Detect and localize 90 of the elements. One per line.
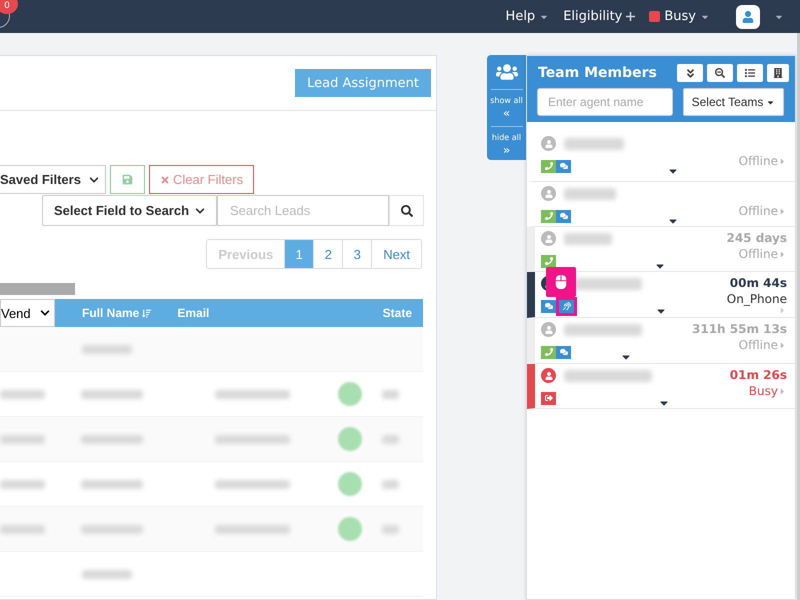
status-link[interactable]: Offline: [738, 247, 787, 261]
agent-search-field[interactable]: Enter agent name: [537, 88, 673, 116]
blurred-cell: [0, 390, 45, 398]
chat-icon[interactable]: [556, 210, 571, 222]
logout-icon[interactable]: [541, 392, 556, 404]
nav-menu[interactable]: Eligibility: [563, 9, 636, 24]
blurred-cell: [82, 344, 132, 354]
collapse-button[interactable]: [677, 64, 703, 82]
blurred-cell: [81, 390, 143, 398]
status-link[interactable]: On_Phone: [726, 292, 787, 306]
blurred-name: [564, 188, 616, 200]
mouse-icon: [554, 274, 568, 288]
avatar-icon: [541, 186, 556, 201]
chat-icon[interactable]: [541, 300, 556, 312]
member-row[interactable]: Offline: [527, 182, 795, 227]
chat-icon[interactable]: [556, 160, 571, 172]
close-icon: [160, 174, 170, 184]
blurred-cell: [382, 390, 399, 398]
chevron-down-icon: [89, 174, 99, 184]
chat-icon[interactable]: [556, 346, 571, 358]
clear-filters-button[interactable]: Clear Filters: [149, 165, 254, 194]
chevron-down-icon: [40, 308, 50, 318]
panel-title: Team Members: [538, 65, 657, 81]
status-link[interactable]: Offline: [738, 204, 787, 218]
saved-filters-select[interactable]: Saved Filters: [0, 165, 106, 194]
select-teams-button[interactable]: Select Teams: [683, 88, 784, 116]
column-header: State: [382, 306, 412, 320]
column-header[interactable]: Full Name: [82, 306, 152, 320]
page-button[interactable]: 1: [284, 240, 314, 268]
member-row[interactable]: 01m 26s Busy: [527, 364, 795, 409]
column-header: Email: [177, 306, 210, 320]
avatar-icon: [541, 322, 556, 337]
avatar-icon: [541, 136, 556, 151]
lead-assignment-button[interactable]: Lead Assignment: [295, 69, 431, 97]
nav-menu[interactable]: Help: [506, 9, 550, 24]
timer: 01m 26s: [730, 368, 787, 382]
blurred-cell: [81, 480, 143, 488]
listen-icon[interactable]: [556, 296, 577, 316]
blurred-cell: [0, 480, 45, 488]
blurred-cell: [382, 480, 399, 488]
building-icon: [773, 68, 783, 78]
list-button[interactable]: [737, 64, 763, 82]
search-icon: [400, 204, 412, 216]
blurred-cell: [382, 524, 399, 534]
list-icon: [745, 68, 755, 78]
search-button[interactable]: [389, 195, 424, 226]
nav-label: Help: [506, 9, 536, 24]
field-select[interactable]: Select Field to Search: [42, 195, 217, 226]
timer: 00m 44s: [730, 276, 787, 290]
nav-label: Eligibility: [563, 9, 622, 24]
status-link[interactable]: Busy: [748, 384, 787, 398]
avatar-icon: [541, 368, 556, 383]
building-button[interactable]: [767, 64, 789, 82]
nav-label: Busy: [664, 9, 696, 24]
double-down-icon: [684, 68, 696, 78]
status-dot: [338, 427, 362, 451]
status-dot: [338, 472, 362, 496]
status-dot: [338, 517, 362, 541]
blurred-cell: [81, 434, 143, 444]
user-avatar-button[interactable]: [736, 4, 760, 28]
save-icon: [122, 174, 133, 185]
notification-badge: 0: [0, 0, 18, 14]
blurred-cell: [81, 524, 143, 534]
blurred-name: [564, 232, 612, 244]
timer: 311h 55m 13s: [692, 322, 787, 336]
blurred-name: [564, 138, 624, 150]
hide-all-link[interactable]: hide all »: [490, 126, 522, 157]
blurred-cell: [382, 434, 399, 444]
zoom-out-button[interactable]: [707, 64, 733, 82]
phone-icon[interactable]: [541, 254, 556, 268]
member-row[interactable]: Offline: [527, 132, 795, 182]
chevron-down-icon: [195, 206, 206, 216]
column-select[interactable]: Vend: [0, 299, 55, 327]
avatar-icon: [541, 231, 556, 246]
search-field[interactable]: Search Leads: [217, 195, 389, 226]
status-dot: [338, 382, 362, 406]
user-icon: [742, 10, 754, 22]
blurred-cell: [82, 570, 132, 578]
member-row[interactable]: 311h 55m 13s Offline: [527, 318, 795, 364]
status-link[interactable]: Offline: [738, 154, 787, 168]
plus-icon: [626, 12, 636, 21]
member-row[interactable]: 00m 44s On_Phone: [527, 272, 795, 318]
zoom-out-icon: [715, 68, 725, 78]
timer: 245 days: [726, 231, 787, 245]
page-button[interactable]: Next: [371, 240, 421, 268]
blurred-cell: [0, 434, 45, 444]
blurred-cell: [0, 524, 45, 534]
nav-menu[interactable]: Busy: [649, 9, 710, 24]
show-all-link[interactable]: show all «: [490, 89, 522, 120]
status-link[interactable]: Offline: [738, 338, 787, 352]
